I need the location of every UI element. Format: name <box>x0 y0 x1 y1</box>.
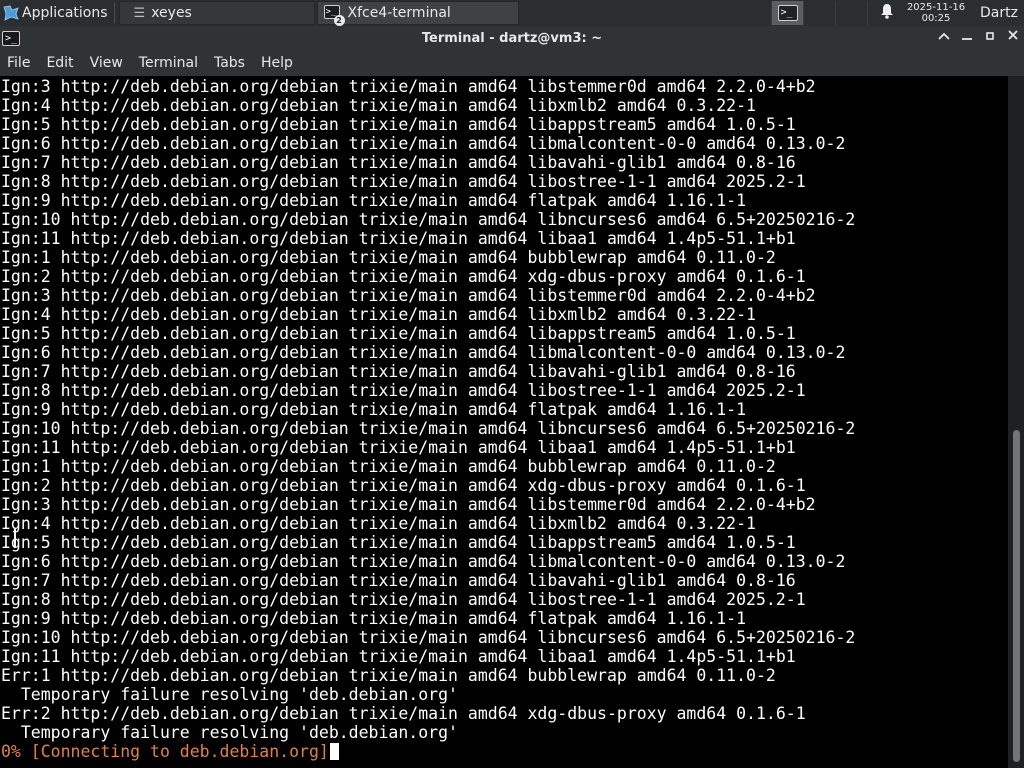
terminal-line: Ign:11 http://deb.debian.org/debian trix… <box>1 229 796 248</box>
maximize-button[interactable] <box>978 26 1001 50</box>
terminal-line: Temporary failure resolving 'deb.debian.… <box>1 723 458 742</box>
user-menu[interactable]: Dartz <box>972 5 1024 21</box>
terminal-line: Err:1 http://deb.debian.org/debian trixi… <box>1 666 776 685</box>
taskbar-item-label: xeyes <box>151 5 192 21</box>
xfce-logo-icon <box>2 4 20 22</box>
terminal-line: Ign:4 http://deb.debian.org/debian trixi… <box>1 514 756 533</box>
terminal-line: Ign:10 http://deb.debian.org/debian trix… <box>1 210 856 229</box>
terminal-line: Ign:6 http://deb.debian.org/debian trixi… <box>1 343 846 362</box>
terminal-line: Ign:6 http://deb.debian.org/debian trixi… <box>1 552 846 571</box>
terminal-line: Ign:3 http://deb.debian.org/debian trixi… <box>1 286 816 305</box>
close-button[interactable] <box>1001 26 1024 50</box>
scrollbar-thumb[interactable] <box>1013 430 1020 762</box>
terminal-line: Ign:7 http://deb.debian.org/debian trixi… <box>1 362 796 381</box>
applications-menu-button[interactable]: Applications <box>0 0 112 26</box>
terminal-line: Temporary failure resolving 'deb.debian.… <box>1 685 458 704</box>
terminal-block-cursor <box>329 743 339 760</box>
terminal-line: Ign:11 http://deb.debian.org/debian trix… <box>1 438 796 457</box>
progress-status-text: 0% [Connecting to deb.debian.org] <box>1 742 329 761</box>
terminal-line: Ign:4 http://deb.debian.org/debian trixi… <box>1 96 756 115</box>
terminal-window-thumbnail-icon: >_ <box>777 5 798 21</box>
window-count-badge: 2 <box>333 15 345 26</box>
menu-icon: ☰ <box>133 5 146 21</box>
minimize-button[interactable] <box>955 26 978 50</box>
applications-label: Applications <box>22 5 108 21</box>
terminal-line: Err:2 http://deb.debian.org/debian trixi… <box>1 704 806 723</box>
menu-tabs[interactable]: Tabs <box>206 55 253 71</box>
taskbar-item-label: Xfce4-terminal <box>347 5 451 21</box>
terminal-line: Ign:8 http://deb.debian.org/debian trixi… <box>1 381 806 400</box>
terminal-window-icon[interactable]: >_ <box>2 30 20 46</box>
workspace-1[interactable] <box>740 1 772 25</box>
window-controls <box>932 26 1024 50</box>
terminal-line: Ign:9 http://deb.debian.org/debian trixi… <box>1 191 747 210</box>
clock-time: 00:25 <box>921 13 951 24</box>
window-titlebar[interactable]: >_ Terminal - dartz@vm3: ~ <box>0 26 1024 50</box>
terminal-line: Ign:10 http://deb.debian.org/debian trix… <box>1 628 856 647</box>
system-tray: >_ 2025-11-16 00:25 Dartz <box>740 0 1024 26</box>
terminal-line: Ign:8 http://deb.debian.org/debian trixi… <box>1 590 806 609</box>
terminal-progress-line: 0% [Connecting to deb.debian.org] <box>1 742 1008 761</box>
terminal-output[interactable]: Ign:3 http://deb.debian.org/debian trixi… <box>0 76 1008 768</box>
terminal-line: Ign:1 http://deb.debian.org/debian trixi… <box>1 248 776 267</box>
workspace-2[interactable]: >_ <box>772 1 804 25</box>
taskbar-item-xeyes[interactable]: ☰ xeyes <box>118 1 315 25</box>
terminal-line: Ign:9 http://deb.debian.org/debian trixi… <box>1 400 747 419</box>
menu-bar: File Edit View Terminal Tabs Help <box>0 50 1024 76</box>
desktop: Applications ☰ xeyes >_ 2 Xfce4-terminal… <box>0 0 1024 768</box>
menu-terminal[interactable]: Terminal <box>131 55 206 71</box>
clock[interactable]: 2025-11-16 00:25 <box>900 2 972 24</box>
menu-edit[interactable]: Edit <box>38 55 81 71</box>
taskbar-item-terminal[interactable]: >_ 2 Xfce4-terminal <box>316 1 519 26</box>
workspace-3[interactable] <box>804 1 836 25</box>
terminal-line: Ign:1 http://deb.debian.org/debian trixi… <box>1 457 776 476</box>
terminal-line: Ign:2 http://deb.debian.org/debian trixi… <box>1 476 806 495</box>
terminal-line: Ign:10 http://deb.debian.org/debian trix… <box>1 419 856 438</box>
top-panel: Applications ☰ xeyes >_ 2 Xfce4-terminal… <box>0 0 1024 26</box>
terminal-line: Ign:11 http://deb.debian.org/debian trix… <box>1 647 796 666</box>
terminal-line: Ign:5 http://deb.debian.org/debian trixi… <box>1 324 796 343</box>
terminal-scrollbar[interactable] <box>1008 76 1024 768</box>
text-cursor-pointer-icon <box>12 528 18 548</box>
menu-help[interactable]: Help <box>253 55 301 71</box>
terminal-line: Ign:6 http://deb.debian.org/debian trixi… <box>1 134 846 153</box>
terminal-line: Ign:9 http://deb.debian.org/debian trixi… <box>1 609 747 628</box>
menu-file[interactable]: File <box>0 55 38 71</box>
shade-button[interactable] <box>932 26 955 50</box>
terminal-text: Ign:3 http://deb.debian.org/debian trixi… <box>0 76 1008 761</box>
terminal-line: Ign:8 http://deb.debian.org/debian trixi… <box>1 172 806 191</box>
terminal-line: Ign:2 http://deb.debian.org/debian trixi… <box>1 267 806 286</box>
terminal-line: Ign:7 http://deb.debian.org/debian trixi… <box>1 153 796 172</box>
notification-bell-icon[interactable] <box>874 3 900 23</box>
menu-view[interactable]: View <box>82 55 131 71</box>
terminal-line: Ign:3 http://deb.debian.org/debian trixi… <box>1 495 816 514</box>
terminal-line: Ign:5 http://deb.debian.org/debian trixi… <box>1 115 796 134</box>
terminal-line: Ign:4 http://deb.debian.org/debian trixi… <box>1 305 756 324</box>
clock-date: 2025-11-16 <box>906 2 966 13</box>
workspace-4[interactable] <box>836 1 868 25</box>
panel-separator <box>113 3 115 23</box>
terminal-line: Ign:7 http://deb.debian.org/debian trixi… <box>1 571 796 590</box>
terminal-icon: >_ 2 <box>323 5 345 26</box>
window-title: Terminal - dartz@vm3: ~ <box>421 30 603 46</box>
terminal-line: Ign:3 http://deb.debian.org/debian trixi… <box>1 77 816 96</box>
terminal-line: Ign:5 http://deb.debian.org/debian trixi… <box>1 533 796 552</box>
